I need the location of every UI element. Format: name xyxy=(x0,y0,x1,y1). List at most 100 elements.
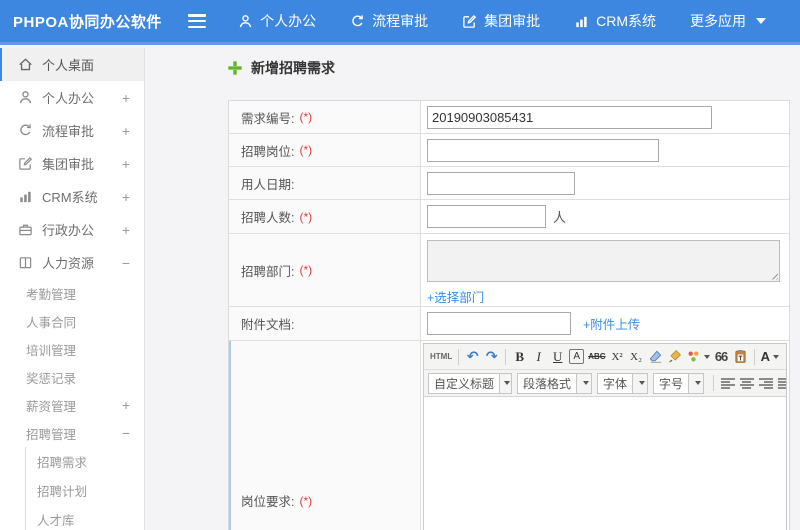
text-border-button[interactable]: A xyxy=(569,349,585,364)
sidebar-item-crm[interactable]: CRM系统 + xyxy=(0,180,144,213)
select-department-link[interactable]: +选择部门 xyxy=(427,287,484,306)
italic-button[interactable]: I xyxy=(529,347,548,367)
eraser-icon xyxy=(649,350,661,363)
html-source-button[interactable]: HTML xyxy=(428,347,454,367)
sidebar-item-label: 人才库 xyxy=(37,514,75,528)
briefcase-icon xyxy=(18,222,33,237)
required-mark: (*) xyxy=(299,209,313,224)
nav-item-workflow-approval[interactable]: 流程审批 xyxy=(350,11,428,31)
expand-plus-icon: + xyxy=(121,89,130,106)
position-input[interactable] xyxy=(427,138,659,162)
nav-item-personal-office[interactable]: 个人办公 xyxy=(238,11,316,31)
field-label: 附件文档: xyxy=(241,318,295,332)
strikethrough-button[interactable]: ABC xyxy=(586,347,607,367)
demand-number-input[interactable] xyxy=(427,105,712,129)
editor-toolbar: HTML ↶ ↷ B I U A ABC X² X₂ 66 A 自定义标题 段落… xyxy=(424,344,786,397)
align-justify-icon xyxy=(777,377,786,389)
eraser-button[interactable] xyxy=(646,347,665,367)
font-color-button[interactable]: A xyxy=(759,347,781,367)
superscript-button[interactable]: X² xyxy=(608,347,627,367)
bold-button[interactable]: B xyxy=(510,347,529,367)
brush-icon xyxy=(668,349,681,363)
approval-edit-icon xyxy=(18,156,33,171)
caret-down-icon xyxy=(632,373,648,393)
expand-plus-icon: + xyxy=(121,122,130,139)
sidebar-item-desktop[interactable]: 个人桌面 xyxy=(0,48,144,81)
caret-down-icon xyxy=(703,354,710,359)
sidebar-item-label: 人事合同 xyxy=(26,315,77,330)
nav-item-label: 更多应用 xyxy=(690,13,746,29)
editor-content-area[interactable] xyxy=(424,397,786,530)
expand-plus-icon: + xyxy=(121,221,130,238)
sidebar-item-group-approval[interactable]: 集团审批 + xyxy=(0,147,144,180)
recruitment-form: 需求编号: (*) 招聘岗位: (*) 用人日期: xyxy=(228,100,790,530)
upload-attachment-link[interactable]: +附件上传 xyxy=(583,314,640,333)
sidebar-hr-submenu: 考勤管理 人事合同 培训管理 奖惩记录 薪资管理 + 招聘管理 − 招聘需求 招… xyxy=(0,279,144,530)
redo-button[interactable]: ↷ xyxy=(482,347,501,367)
format-painter-button[interactable] xyxy=(665,347,684,367)
field-label: 用人日期: xyxy=(241,177,295,192)
sidebar-item-label: 个人桌面 xyxy=(42,58,95,73)
custom-title-select[interactable]: 自定义标题 xyxy=(428,372,512,394)
sidebar-item-workflow-approval[interactable]: 流程审批 + xyxy=(0,114,144,147)
main-content: 新增招聘需求 需求编号: (*) 招聘岗位: (*) 用人日期: xyxy=(146,48,800,530)
menu-toggle-icon[interactable] xyxy=(187,14,207,28)
palette-icon xyxy=(688,351,699,362)
sidebar-item-admin-office[interactable]: 行政办公 + xyxy=(0,213,144,246)
align-left-button[interactable] xyxy=(718,373,737,393)
paste-text-button[interactable] xyxy=(731,347,750,367)
department-textarea[interactable] xyxy=(427,239,780,282)
expand-plus-icon: + xyxy=(121,188,130,205)
sidebar-item-recruit-demand[interactable]: 招聘需求 xyxy=(26,447,144,476)
align-left-icon xyxy=(720,377,735,389)
sidebar-item-hr[interactable]: 人力资源 − xyxy=(0,246,144,279)
caret-down-icon xyxy=(499,373,511,393)
nav-item-group-approval[interactable]: 集团审批 xyxy=(462,11,540,31)
field-label: 招聘人数: xyxy=(241,211,295,225)
sidebar-item-salary[interactable]: 薪资管理 + xyxy=(0,391,144,419)
bar-chart-icon xyxy=(18,189,33,204)
font-family-select[interactable]: 字体 xyxy=(597,372,649,394)
sidebar-item-training[interactable]: 培训管理 xyxy=(0,335,144,363)
sidebar-item-hr-contract[interactable]: 人事合同 xyxy=(0,307,144,335)
color-palette-button[interactable] xyxy=(684,347,712,367)
align-right-button[interactable] xyxy=(756,373,775,393)
caret-down-icon xyxy=(756,18,766,24)
sidebar-item-label: 流程审批 xyxy=(42,124,95,139)
sidebar-item-label: 培训管理 xyxy=(26,343,77,358)
sidebar-item-rewards[interactable]: 奖惩记录 xyxy=(0,363,144,391)
align-justify-button[interactable] xyxy=(775,373,786,393)
form-row-hire-date: 用人日期: xyxy=(229,167,789,200)
required-mark: (*) xyxy=(299,143,313,157)
hire-date-input[interactable] xyxy=(427,171,575,195)
sidebar-item-attendance[interactable]: 考勤管理 xyxy=(0,279,144,307)
headcount-input[interactable] xyxy=(427,205,546,228)
underline-button[interactable]: U xyxy=(548,347,567,367)
nav-item-crm[interactable]: CRM系统 xyxy=(574,11,656,31)
subscript-button[interactable]: X₂ xyxy=(627,347,646,367)
field-label: 岗位要求: xyxy=(241,495,295,509)
align-center-button[interactable] xyxy=(737,373,756,393)
nav-item-label: 个人办公 xyxy=(260,13,317,29)
expand-plus-icon: + xyxy=(121,397,130,413)
sidebar-item-recruit-mgmt[interactable]: 招聘管理 − xyxy=(0,419,144,447)
undo-button[interactable]: ↶ xyxy=(463,347,482,367)
user-icon xyxy=(238,14,253,29)
form-row-department: 招聘部门: (*) +选择部门 xyxy=(229,234,789,307)
form-row-headcount: 招聘人数: (*) 人 xyxy=(229,200,789,234)
paragraph-format-select[interactable]: 段落格式 xyxy=(517,372,593,394)
page-header: 新增招聘需求 xyxy=(146,48,800,88)
sidebar-item-personal-office[interactable]: 个人办公 + xyxy=(0,81,144,114)
blockquote-button[interactable]: 66 xyxy=(712,347,731,367)
sidebar-item-label: 招聘管理 xyxy=(26,427,77,442)
sidebar-item-talent-pool[interactable]: 人才库 xyxy=(26,505,144,530)
attachment-input[interactable] xyxy=(427,312,571,335)
nav-item-more-apps[interactable]: 更多应用 xyxy=(690,11,766,31)
form-row-attachment: 附件文档: +附件上传 xyxy=(229,307,789,341)
sidebar-item-label: 招聘计划 xyxy=(37,485,88,499)
sidebar-item-recruit-plan[interactable]: 招聘计划 xyxy=(26,476,144,505)
clipboard-icon xyxy=(735,349,746,363)
font-size-select[interactable]: 字号 xyxy=(653,372,705,394)
workflow-icon xyxy=(18,123,33,138)
sidebar-item-label: 奖惩记录 xyxy=(26,371,77,386)
